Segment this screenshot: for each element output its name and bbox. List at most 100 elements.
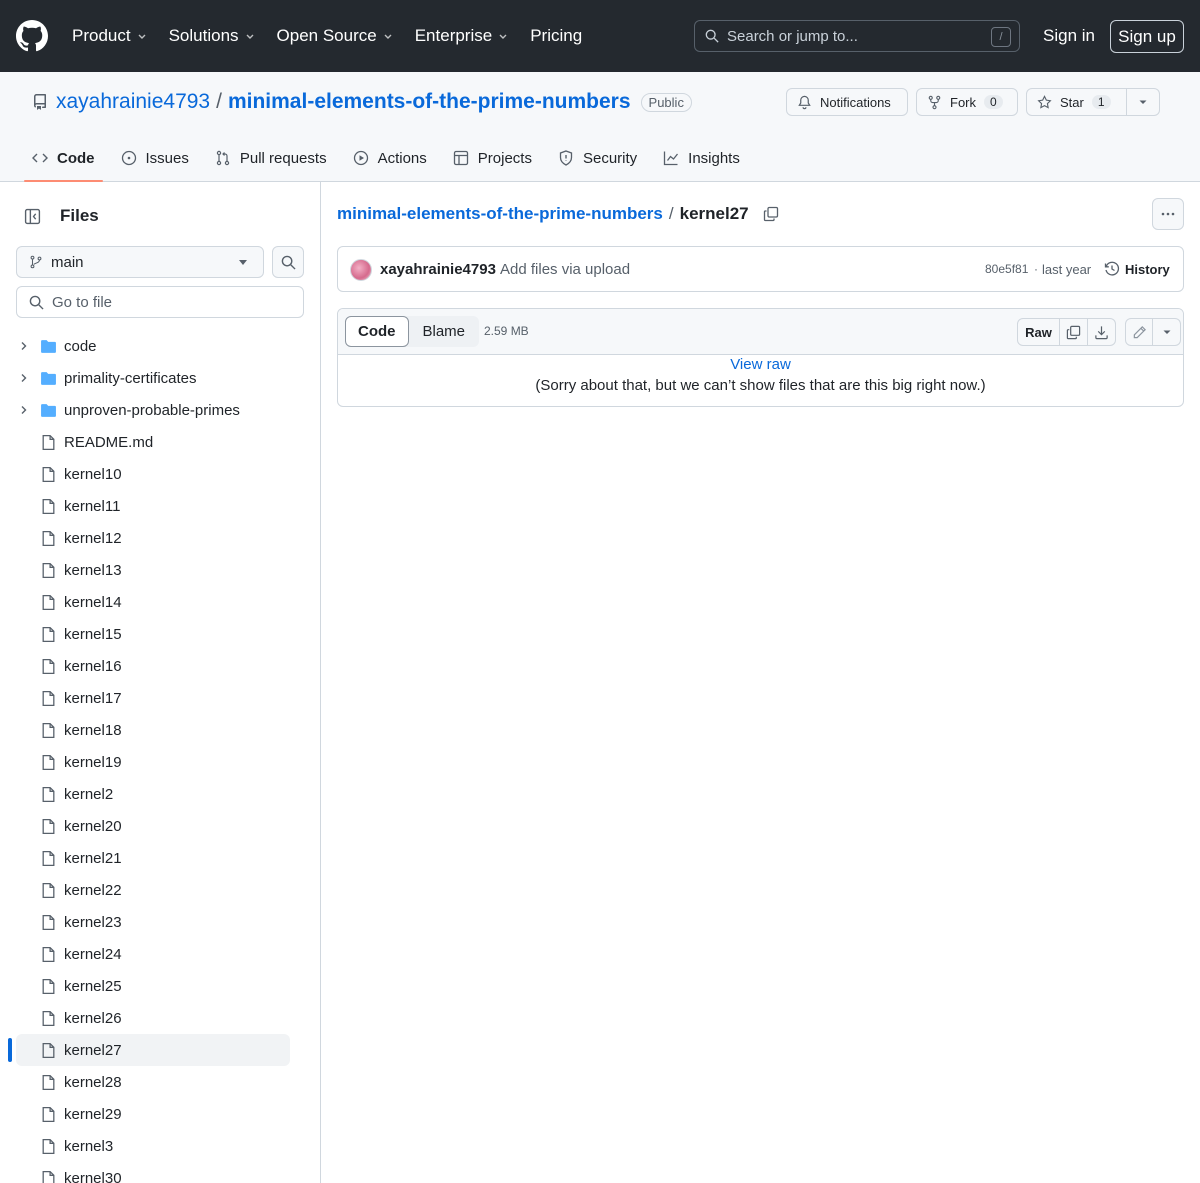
go-to-file-input[interactable]: Go to file	[16, 286, 304, 318]
commit-message-link[interactable]: Add files via upload	[500, 261, 630, 278]
nav-product-label: Product	[72, 26, 131, 45]
nav-enterprise[interactable]: Enterprise	[415, 26, 508, 46]
repo-tabs: Code Issues Pull requests Actions Projec…	[24, 138, 766, 182]
nav-product[interactable]: Product	[72, 26, 147, 46]
github-logo-icon[interactable]	[16, 20, 48, 52]
chevron-right-icon[interactable]	[18, 404, 30, 416]
tree-file-item[interactable]: kernel21	[0, 842, 320, 874]
copy-icon	[1066, 325, 1081, 339]
tree-file-item[interactable]: kernel29	[0, 1098, 320, 1130]
file-icon	[42, 754, 55, 770]
star-icon	[1037, 94, 1052, 109]
commit-sha-link[interactable]: 80e5f81	[985, 262, 1028, 276]
tree-file-item[interactable]: kernel2	[0, 778, 320, 810]
chevron-right-icon[interactable]	[18, 340, 30, 352]
repo-name-link[interactable]: minimal-elements-of-the-prime-numbers	[228, 90, 631, 114]
tab-projects[interactable]: Projects	[453, 138, 532, 178]
copy-raw-button[interactable]	[1060, 318, 1088, 346]
fork-button[interactable]: Fork 0	[916, 88, 1018, 116]
notifications-button[interactable]: Notifications	[786, 88, 908, 116]
tree-item-label: kernel13	[64, 561, 122, 579]
tree-file-item[interactable]: kernel24	[0, 938, 320, 970]
tree-file-item[interactable]: kernel10	[0, 458, 320, 490]
file-tree: code primality-certificates unproven-proba…	[0, 330, 320, 1183]
tree-file-item[interactable]: kernel20	[0, 810, 320, 842]
tree-file-item[interactable]: kernel23	[0, 906, 320, 938]
search-icon	[705, 29, 719, 43]
tree-item-label: kernel15	[64, 625, 122, 643]
edit-options-dropdown[interactable]	[1153, 318, 1181, 346]
repo-owner-link[interactable]: xayahrainie4793	[56, 90, 210, 114]
tree-file-item[interactable]: kernel12	[0, 522, 320, 554]
tab-actions[interactable]: Actions	[353, 138, 427, 178]
tree-file-item[interactable]: kernel14	[0, 586, 320, 618]
tree-file-item[interactable]: kernel28	[0, 1066, 320, 1098]
repo-actions: Notifications Fork 0 Star 1	[786, 88, 1160, 116]
tree-item-label: kernel16	[64, 657, 122, 675]
copy-path-icon[interactable]	[763, 206, 779, 222]
tree-file-item[interactable]: kernel16	[0, 650, 320, 682]
tree-file-item[interactable]: kernel22	[0, 874, 320, 906]
tree-file-item[interactable]: kernel25	[0, 970, 320, 1002]
tab-issues[interactable]: Issues	[121, 138, 189, 178]
commit-author-link[interactable]: xayahrainie4793	[380, 261, 496, 278]
avatar[interactable]	[350, 259, 372, 281]
edit-file-button[interactable]	[1125, 318, 1153, 346]
tab-insights[interactable]: Insights	[663, 138, 740, 178]
nav-solutions[interactable]: Solutions	[169, 26, 255, 46]
raw-button[interactable]: Raw	[1017, 318, 1060, 346]
tree-file-item[interactable]: kernel18	[0, 714, 320, 746]
tree-file-item[interactable]: kernel17	[0, 682, 320, 714]
star-button[interactable]: Star 1	[1026, 88, 1127, 116]
tree-folder-item[interactable]: code	[0, 330, 320, 362]
tree-file-item[interactable]: kernel19	[0, 746, 320, 778]
tree-folder-item[interactable]: unproven-probable-primes	[0, 394, 320, 426]
file-icon	[42, 946, 55, 962]
fork-icon	[928, 95, 941, 109]
tree-file-item[interactable]: README.md	[0, 426, 320, 458]
branch-selector[interactable]: main	[16, 246, 264, 278]
history-button[interactable]: History	[1104, 261, 1170, 277]
tree-file-item[interactable]: kernel26	[0, 1002, 320, 1034]
view-raw-link[interactable]: View raw	[338, 356, 1183, 373]
tree-file-item[interactable]: kernel3	[0, 1130, 320, 1162]
star-lists-dropdown[interactable]	[1127, 88, 1160, 116]
chevron-right-icon[interactable]	[18, 372, 30, 384]
download-button[interactable]	[1088, 318, 1116, 346]
tab-code[interactable]: Code	[24, 138, 102, 182]
more-options-button[interactable]	[1152, 198, 1184, 230]
tab-security[interactable]: Security	[558, 138, 637, 178]
nav-open-source[interactable]: Open Source	[277, 26, 393, 46]
tree-file-item[interactable]: kernel30	[0, 1162, 320, 1183]
fork-count: 0	[984, 95, 1003, 109]
tree-file-item[interactable]: kernel13	[0, 554, 320, 586]
tab-pull-requests[interactable]: Pull requests	[215, 138, 327, 178]
blame-view-button[interactable]: Blame	[409, 316, 480, 347]
code-view-button[interactable]: Code	[345, 316, 409, 347]
chevron-down-icon	[499, 34, 507, 39]
collapse-sidebar-button[interactable]	[16, 200, 48, 232]
chevron-down-icon	[384, 34, 392, 39]
sign-in-link[interactable]: Sign in	[1043, 26, 1095, 46]
search-shortcut-key: /	[991, 27, 1011, 47]
tree-file-item[interactable]: kernel15	[0, 618, 320, 650]
search-files-button[interactable]	[272, 246, 304, 278]
nav-solutions-label: Solutions	[168, 26, 239, 45]
folder-icon	[41, 403, 56, 417]
tree-file-item[interactable]: kernel27	[0, 1034, 320, 1066]
table-icon	[453, 150, 468, 166]
nav-pricing[interactable]: Pricing	[530, 26, 582, 46]
breadcrumb-repo-link[interactable]: minimal-elements-of-the-prime-numbers	[337, 204, 663, 224]
tree-item-label: kernel3	[64, 1137, 114, 1155]
tab-projects-label: Projects	[477, 149, 532, 167]
file-icon	[42, 722, 55, 738]
tree-item-label: kernel18	[64, 721, 122, 739]
tree-file-item[interactable]: kernel11	[0, 490, 320, 522]
tree-folder-item[interactable]: primality-certificates	[0, 362, 320, 394]
tree-item-label: kernel25	[64, 977, 122, 995]
sign-up-button[interactable]: Sign up	[1110, 20, 1184, 53]
global-search-input[interactable]: Search or jump to... /	[694, 20, 1020, 52]
tree-item-label: kernel17	[64, 689, 122, 707]
bell-icon	[798, 95, 811, 109]
file-too-large-message: (Sorry about that, but we can’t show fil…	[535, 377, 986, 394]
